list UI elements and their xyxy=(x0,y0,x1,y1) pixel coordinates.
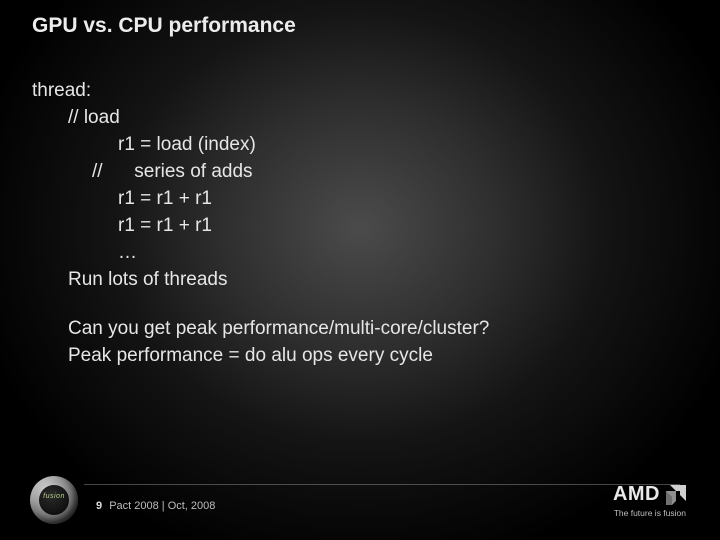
code-line: r1 = r1 + r1 xyxy=(118,213,680,240)
code-fragment: series of adds xyxy=(134,161,252,182)
code-line: r1 = load (index) xyxy=(118,132,680,159)
fusion-label: fusion xyxy=(30,493,78,500)
code-line: Run lots of threads xyxy=(68,267,680,294)
amd-tagline: The future is fusion xyxy=(613,508,686,518)
code-line: // load xyxy=(68,105,680,132)
slide-body: thread: // load r1 = load (index) // ser… xyxy=(32,78,680,370)
fusion-badge-icon: fusion xyxy=(30,476,78,524)
page-footer: 9 Pact 2008 | Oct, 2008 xyxy=(96,500,215,512)
code-fragment: // xyxy=(92,161,103,182)
slide: GPU vs. CPU performance thread: // load … xyxy=(0,0,720,540)
code-line: // series of adds xyxy=(92,159,680,186)
code-line: r1 = r1 + r1 xyxy=(118,186,680,213)
footer-text: Pact 2008 | Oct, 2008 xyxy=(109,500,215,512)
amd-arrow-icon xyxy=(666,485,686,505)
code-line: thread: xyxy=(32,78,680,105)
code-line: … xyxy=(118,240,680,267)
page-number: 9 xyxy=(96,500,102,512)
amd-wordmark: AMD xyxy=(613,483,660,506)
body-text: Can you get peak performance/multi-core/… xyxy=(68,316,680,343)
amd-logo: AMD The future is fusion xyxy=(613,483,686,518)
body-text: Peak performance = do alu ops every cycl… xyxy=(68,343,680,370)
slide-title: GPU vs. CPU performance xyxy=(32,14,296,38)
footer-divider xyxy=(84,484,680,485)
